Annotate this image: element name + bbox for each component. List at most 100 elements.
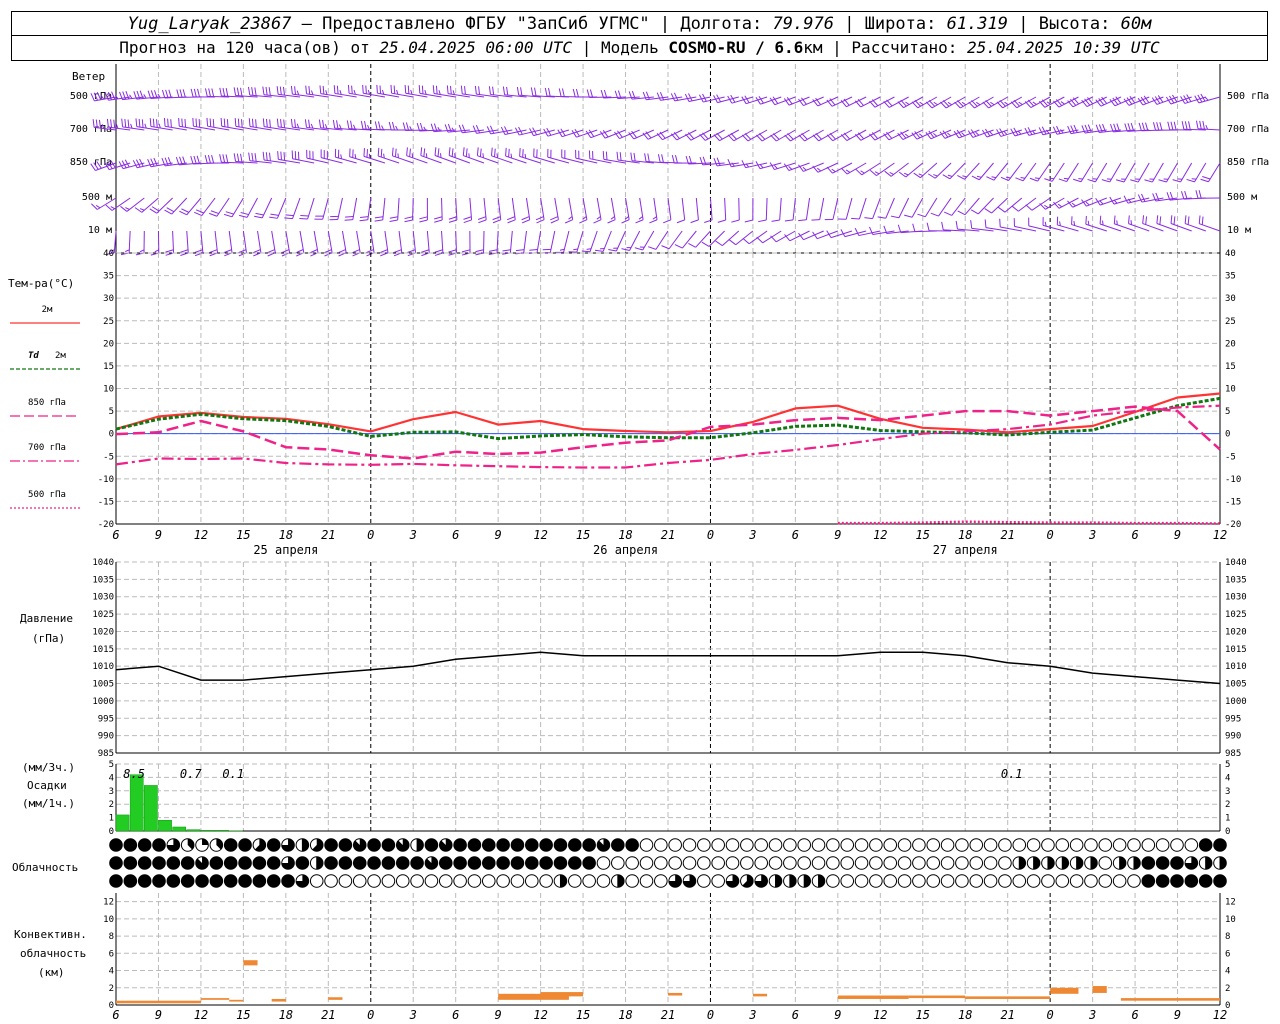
barb-feather (1167, 121, 1171, 130)
cloud-symbol (1213, 838, 1227, 852)
cloud-symbol (682, 874, 697, 888)
barb-feather (448, 147, 451, 156)
barb-feather (550, 219, 559, 224)
cloud-symbol (639, 874, 654, 888)
barb-feather (192, 117, 194, 127)
barb-feather (1052, 126, 1058, 135)
barb-feather (642, 91, 647, 100)
wind-barb (670, 92, 697, 102)
cloud-circle (381, 874, 396, 888)
cloud-fill (109, 838, 123, 852)
cloud-fill (482, 838, 496, 852)
barb-feather (290, 85, 293, 95)
barb-feather (1201, 216, 1204, 225)
cloud-circle (697, 856, 711, 870)
wind-barb (925, 96, 952, 109)
wind-barb (262, 151, 286, 164)
precip-panel-tick-left: 4 (109, 773, 114, 783)
barb-feather (524, 153, 527, 159)
temp-panel-tick-left: -15 (98, 497, 114, 507)
cloud-symbol (152, 874, 166, 888)
barb-staff (765, 197, 768, 221)
cloud-symbol (740, 856, 754, 870)
barb-feather (345, 216, 354, 218)
cloud-symbol (467, 856, 482, 870)
barb-feather (502, 249, 511, 252)
cloud-symbol (1012, 856, 1027, 870)
barb-staff (779, 197, 782, 220)
barb-feather (854, 227, 860, 236)
barb-feather (521, 219, 530, 224)
barb-feather (204, 88, 208, 97)
barb-feather (463, 219, 472, 224)
cloud-circle (912, 856, 926, 870)
barb-feather (889, 171, 894, 175)
barb-feather (223, 213, 233, 218)
cloud-symbol (1184, 874, 1199, 888)
barb-feather (332, 119, 336, 129)
cloud-fill (789, 874, 797, 888)
barb-feather (251, 118, 254, 128)
cloud-symbol (682, 856, 697, 870)
cloud-symbol (381, 838, 396, 852)
cloud-symbol (137, 874, 152, 888)
conv-title-1: Конвективн. (14, 928, 87, 941)
wind-barb (717, 197, 727, 223)
cloud-circle (611, 856, 625, 870)
barb-feather (1188, 121, 1191, 130)
barb-feather (1200, 178, 1209, 183)
cloud-symbol (768, 856, 783, 870)
barb-feather (671, 155, 675, 164)
barb-feather (1202, 176, 1211, 180)
barb-staff (668, 230, 683, 250)
barb-staff (307, 197, 315, 220)
temp-panel-tick-right: 15 (1225, 362, 1236, 372)
cloud-symbol (524, 874, 539, 888)
cloud-symbol (797, 874, 812, 888)
cloud-symbol (109, 856, 123, 870)
wind-barb (475, 230, 485, 256)
barb-feather (947, 174, 953, 177)
cloud-circle (826, 856, 840, 870)
barb-feather (976, 175, 982, 178)
barb-feather (1205, 125, 1209, 130)
barb-feather (688, 242, 696, 248)
barb-feather (770, 235, 777, 243)
cloud-circle (783, 856, 797, 870)
barb-staff (1151, 162, 1164, 183)
cloud-symbol (1213, 856, 1227, 870)
wind-barb (463, 197, 473, 224)
cloud-circle (969, 874, 984, 888)
cloud-symbol (166, 838, 181, 852)
cloud-fill (124, 856, 137, 870)
barb-feather (1044, 178, 1053, 182)
barb-feather (212, 119, 215, 128)
barb-feather (262, 118, 265, 127)
cloud-symbol (854, 856, 869, 870)
barb-feather (255, 212, 264, 216)
cloud-symbol (1026, 874, 1041, 888)
conv-panel-tick-left: 4 (109, 967, 114, 977)
conv-panel-tick-left: 8 (109, 932, 114, 942)
wind-barb (699, 129, 725, 141)
cloud-circle (668, 856, 682, 870)
barb-feather (728, 239, 737, 246)
cloud-fill (167, 874, 180, 888)
cloud-circle (1170, 838, 1184, 852)
barb-feather (167, 118, 169, 127)
barb-feather (492, 86, 495, 95)
wind-barb (1113, 215, 1136, 232)
barb-feather (519, 148, 521, 157)
cloud-symbol (625, 856, 639, 870)
conv-panel-tick-left: 2 (109, 984, 114, 994)
wind-barb (291, 150, 315, 164)
cloud-circle (1098, 856, 1113, 870)
cloud-symbol (998, 874, 1012, 888)
cloud-symbol (582, 874, 596, 888)
cloud-symbol (582, 838, 596, 852)
wind-barb (855, 162, 881, 176)
barb-feather (468, 153, 470, 158)
cloud-circle (926, 874, 941, 888)
barb-staff (582, 197, 588, 220)
wind-barb (1010, 96, 1037, 109)
